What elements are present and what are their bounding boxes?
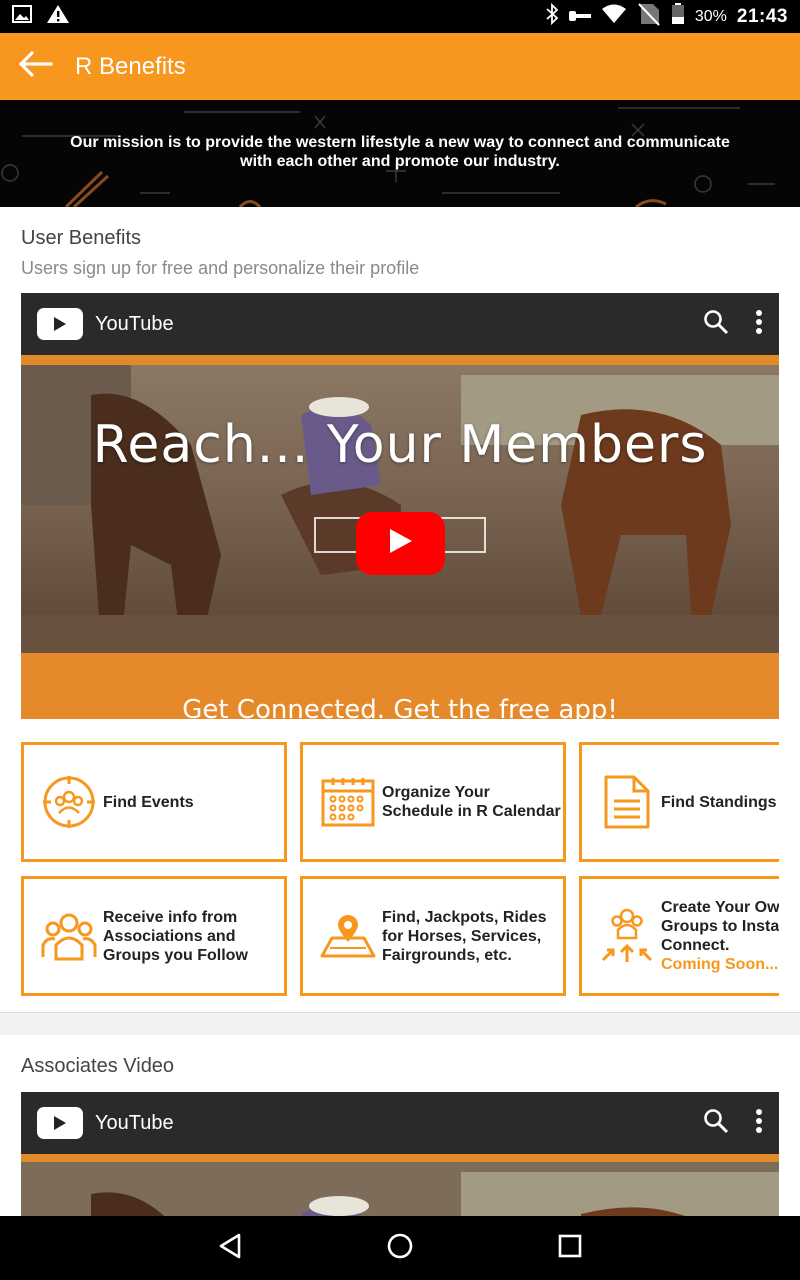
search-icon[interactable] [703,1108,729,1139]
feature-label: Create Your Own Groups to Instantly Conn… [661,898,779,974]
feature-find-events[interactable]: Find Events [21,742,287,862]
feature-find-jackpots[interactable]: Find, Jackpots, Rides for Horses, Servic… [300,876,566,996]
play-icon [388,527,414,560]
warning-icon [46,4,70,29]
video-thumbnail[interactable]: Reach... Your Members Get Connected. Get… [21,355,779,719]
search-icon[interactable] [703,309,729,340]
youtube-logo-icon [37,308,83,340]
recents-square-icon [558,1234,582,1263]
user-benefits-title: User Benefits [21,227,142,249]
content-scroll[interactable]: User Benefits Users sign up for free and… [0,207,800,1216]
feature-label: Receive info from Associations and Group… [103,908,248,964]
document-icon [599,774,655,830]
feature-label: Find Events [103,793,194,811]
nav-home-button[interactable] [375,1223,425,1273]
associates-title: Associates Video [21,1055,175,1077]
feature-label: Find Standings [661,793,777,811]
mission-banner: Our mission is to provide the western li… [0,100,800,207]
back-triangle-icon [217,1232,243,1265]
key-icon [568,7,591,27]
feature-label: Organize Your Schedule in R Calendar [382,784,561,820]
app-bar: R Benefits [0,33,800,100]
feature-grid: Find Events Organize Your Schedule in R … [21,742,779,996]
feature-organize-schedule[interactable]: Organize Your Schedule in R Calendar [300,742,566,862]
feature-label-text: Create Your Own Groups to Instantly Conn… [661,899,779,954]
group-icon [41,908,97,964]
map-pin-icon [320,908,376,964]
calendar-icon [320,774,376,830]
coming-soon-label: Coming Soon... [661,956,779,973]
feature-create-groups[interactable]: Create Your Own Groups to Instantly Conn… [579,876,779,996]
more-vert-icon[interactable] [755,309,763,340]
image-icon [12,5,32,28]
more-vert-icon[interactable] [755,1108,763,1139]
status-bar: 30% 21:43 [0,0,800,33]
youtube-header: YouTube [21,293,779,355]
youtube-player[interactable]: YouTube Reach... Your Members Get Connec… [21,293,779,719]
page-title: R Benefits [75,52,186,80]
youtube-brand: YouTube [95,1111,174,1134]
video-thumbnail-associates[interactable] [21,1154,779,1216]
thumbnail-headline: Reach... Your Members [92,415,708,475]
nav-recents-button[interactable] [545,1223,595,1273]
youtube-header: YouTube [21,1092,779,1154]
user-benefits-subtitle: Users sign up for free and personalize t… [21,258,420,278]
youtube-player-associates[interactable]: YouTube [21,1092,779,1216]
feature-find-standings[interactable]: Find Standings [579,742,779,862]
youtube-logo-icon [37,1107,83,1139]
associates-card: Associates Video YouTube [0,1035,800,1216]
nav-bar [0,1216,800,1280]
nav-back-button[interactable] [205,1223,255,1273]
wifi-icon [601,4,627,29]
rodeo-photo [21,355,779,653]
thumbnail-tagline: Get Connected. Get the free app! [182,695,618,719]
target-people-icon [41,774,97,830]
back-button[interactable] [0,33,70,100]
screen: 30% 21:43 R Benefits Our mission is to p… [0,0,800,1280]
feature-receive-info[interactable]: Receive info from Associations and Group… [21,876,287,996]
youtube-brand: YouTube [95,312,174,335]
mission-text: Our mission is to provide the western li… [70,134,730,170]
feature-label: Find, Jackpots, Rides for Horses, Servic… [382,908,547,964]
battery-percent: 30% [694,7,727,25]
user-benefits-card: User Benefits Users sign up for free and… [0,207,800,1013]
battery-icon [671,3,685,30]
arrow-left-icon [17,50,53,83]
group-connect-icon [599,908,655,964]
no-sim-icon [637,2,661,31]
bluetooth-icon [545,2,559,30]
clock: 21:43 [736,5,788,27]
play-button[interactable] [356,512,445,575]
home-circle-icon [386,1232,414,1265]
